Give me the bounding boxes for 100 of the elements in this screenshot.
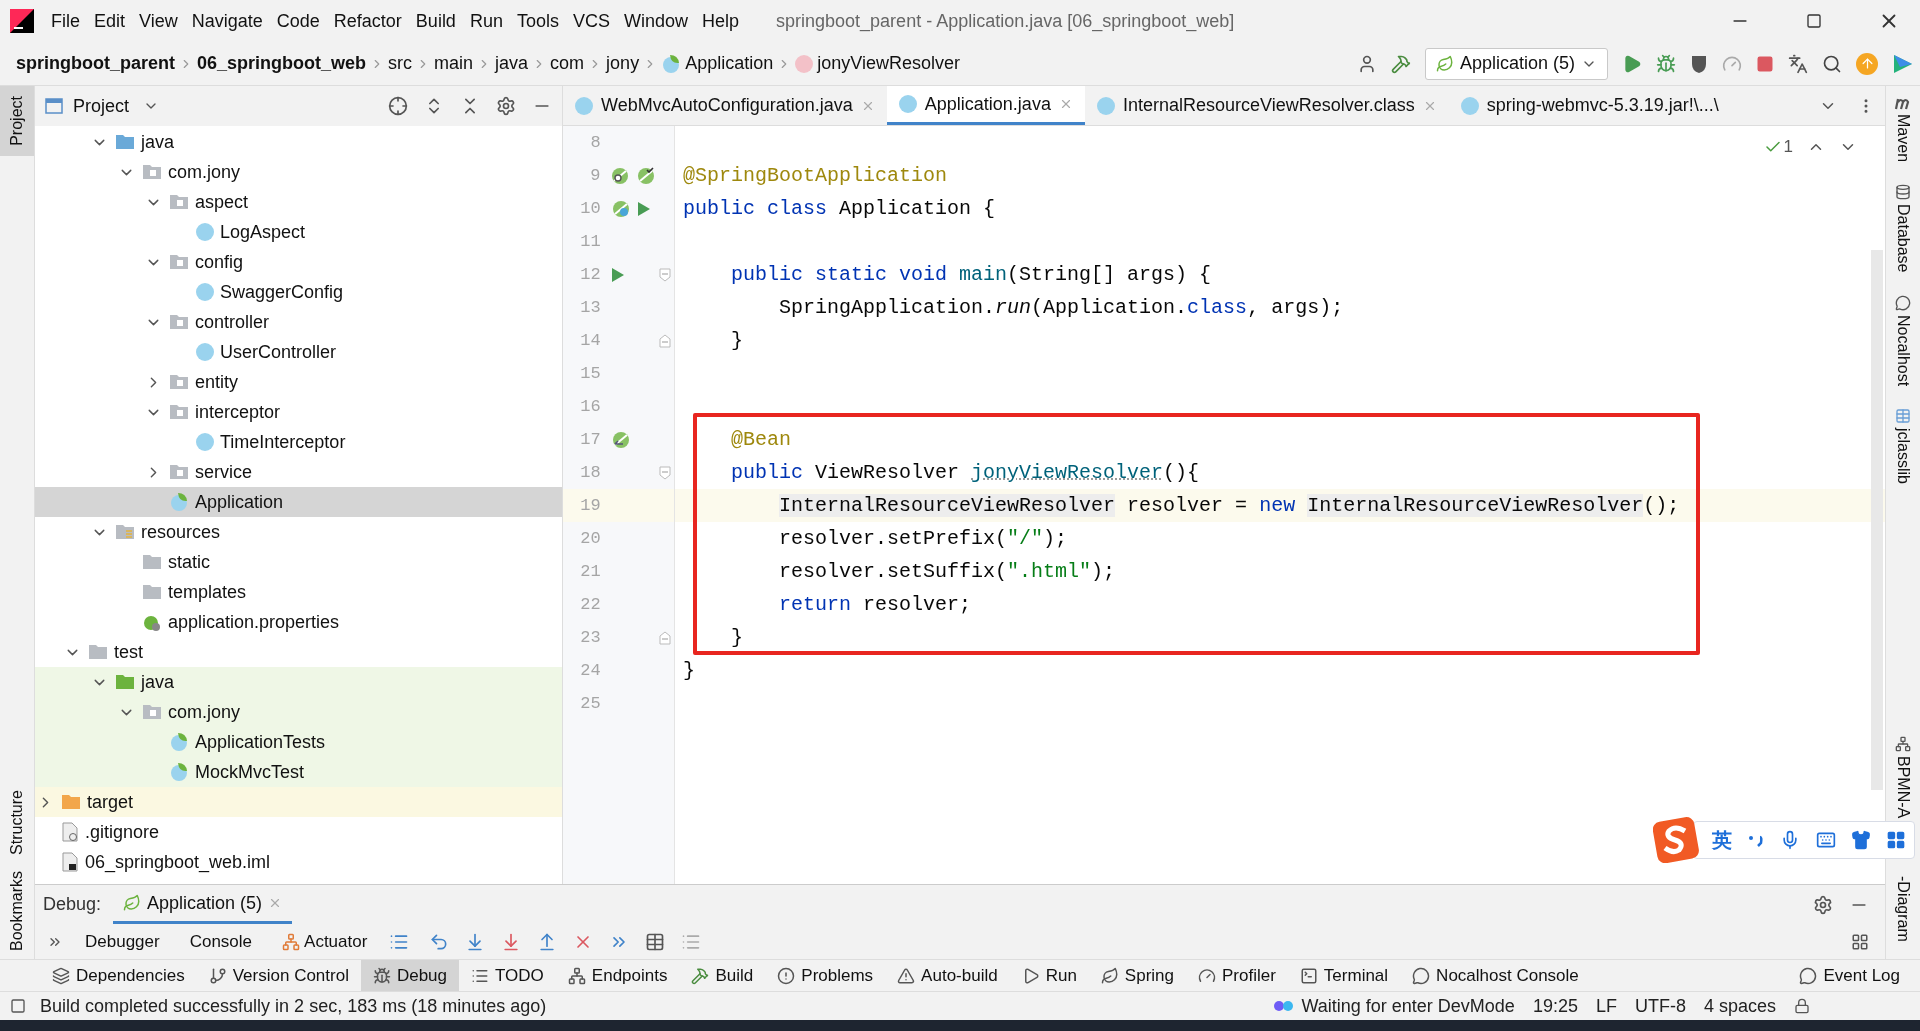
menu-item[interactable]: Run (462, 7, 510, 35)
menu-item[interactable]: Help (695, 7, 747, 35)
tree-item[interactable]: static (35, 547, 562, 577)
tree-item[interactable]: interceptor (35, 397, 562, 427)
tool-window-tab[interactable]: Structure (0, 782, 34, 863)
tool-window-tab[interactable]: Maven (1891, 96, 1915, 163)
editor-tab[interactable]: spring-webmvc-5.3.19.jar!\...\ (1448, 86, 1731, 125)
tree-item[interactable]: com.jony (35, 697, 562, 727)
hammer-icon[interactable] (1390, 53, 1411, 74)
breadcrumb[interactable]: com (550, 50, 585, 77)
breadcrumb[interactable]: jonyViewResolver (817, 50, 960, 77)
run-icon[interactable] (1622, 53, 1642, 74)
language-indicator[interactable]: 英 (1711, 825, 1732, 855)
tool-window-button[interactable]: Dependencies (40, 960, 197, 991)
search-icon[interactable] (1822, 53, 1842, 74)
panel-title-dropdown[interactable]: Project (73, 92, 160, 120)
indent-setting[interactable]: 4 spaces (1703, 992, 1776, 1020)
tool-window-tab[interactable]: Bookmarks (0, 862, 34, 959)
tree-item[interactable]: java (35, 127, 562, 157)
menu-item[interactable]: File (44, 7, 87, 35)
bug-icon[interactable] (1656, 53, 1676, 74)
breadcrumb[interactable]: src (388, 50, 413, 77)
breadcrumb[interactable]: jony (606, 50, 640, 77)
lock-icon[interactable] (1794, 998, 1810, 1014)
menu-item[interactable]: Refactor (326, 7, 409, 35)
tree-item[interactable]: templates (35, 577, 562, 607)
tool-window-tab[interactable]: Nocalhost (1891, 294, 1915, 386)
tool-window-tab[interactable]: jclasslib (1891, 407, 1915, 484)
stop-icon[interactable] (1756, 54, 1774, 73)
locate-icon[interactable] (388, 96, 408, 116)
tool-window-tab[interactable]: BPMN-A (1891, 735, 1915, 818)
tool-window-button[interactable]: Endpoints (555, 960, 680, 991)
tool-window-button[interactable]: Profiler (1186, 960, 1288, 991)
menu-item[interactable]: Build (408, 7, 463, 35)
tool-window-button[interactable]: Run (1009, 960, 1089, 991)
tree-item[interactable]: ApplicationTests (35, 727, 562, 757)
debug-tab[interactable]: Actuator (274, 929, 376, 955)
breadcrumb[interactable]: 06_springboot_web (197, 50, 367, 77)
line-separator[interactable]: LF (1595, 992, 1617, 1020)
menu-item[interactable]: Navigate (184, 7, 270, 35)
tool-window-button[interactable]: Event Log (1799, 962, 1900, 989)
tree-item[interactable]: config (35, 247, 562, 277)
tool-window-tab[interactable]: -Diagram (1891, 875, 1915, 942)
tree-item[interactable]: TimeInterceptor (35, 427, 562, 457)
tool-window-button[interactable]: Terminal (1287, 960, 1401, 991)
tree-item[interactable]: controller (35, 307, 562, 337)
editor-tab[interactable]: InternalResourceViewResolver.class (1084, 86, 1449, 125)
tool-window-button[interactable]: Version Control (196, 960, 361, 991)
keyboard-icon[interactable] (1815, 830, 1836, 850)
tree-item[interactable]: LogAspect (35, 217, 562, 247)
menu-item[interactable]: Edit (87, 7, 133, 35)
tree-item[interactable]: target (35, 787, 562, 817)
tree-item[interactable]: .gitignore (35, 817, 562, 847)
debug-tab[interactable]: Debugger (77, 929, 168, 955)
tree-item[interactable]: aspect (35, 187, 562, 217)
bean-navigate-icon[interactable] (610, 429, 631, 450)
tool-window-button[interactable]: Problems (765, 960, 886, 991)
tool-window-button[interactable]: Debug (360, 960, 460, 991)
run-configuration-dropdown[interactable]: Application (5) (1424, 47, 1608, 80)
run-icon[interactable] (636, 200, 651, 217)
caret-position[interactable]: 19:25 (1532, 992, 1578, 1020)
bean-check-icon[interactable] (636, 165, 657, 186)
restore-icon[interactable] (1806, 13, 1822, 29)
settings-icon[interactable] (496, 96, 516, 116)
debug-session-tab[interactable]: Application (5) (113, 885, 293, 925)
tree-item[interactable]: java (35, 667, 562, 697)
translate-icon[interactable] (1788, 53, 1808, 74)
shirt-icon[interactable] (1850, 830, 1871, 850)
breadcrumb[interactable]: springboot_parent (16, 50, 175, 77)
menu-item[interactable]: View (132, 7, 185, 35)
tree-item[interactable]: resources (35, 517, 562, 547)
tree-item[interactable]: application.properties (35, 607, 562, 637)
tool-window-button[interactable]: Auto-build (885, 960, 1010, 991)
bean-search-icon[interactable] (610, 165, 631, 186)
tree-item[interactable]: MockMvcTest (35, 757, 562, 787)
tool-window-tab[interactable]: Project (0, 86, 34, 156)
tree-item[interactable]: UserController (35, 337, 562, 367)
tree-item[interactable]: entity (35, 367, 562, 397)
tool-window-button[interactable]: Nocalhost Console (1400, 960, 1591, 991)
menu-item[interactable]: Code (269, 7, 327, 35)
tool-window-tab[interactable]: Database (1891, 184, 1915, 273)
tree-item[interactable]: service (35, 457, 562, 487)
tree-item[interactable]: com.jony (35, 157, 562, 187)
run-icon[interactable] (610, 266, 625, 283)
menu-item[interactable]: VCS (565, 7, 617, 35)
tool-window-button[interactable]: Spring (1088, 960, 1186, 991)
file-encoding[interactable]: UTF-8 (1634, 992, 1686, 1020)
menu-item[interactable]: Window (616, 7, 695, 35)
tool-window-button[interactable]: Build (679, 960, 766, 991)
grid-icon[interactable] (1886, 830, 1907, 850)
evaluate-icon[interactable] (645, 931, 666, 952)
breadcrumb[interactable]: java (495, 50, 529, 77)
tree-item[interactable]: 06_springboot_web.iml (35, 847, 562, 877)
breadcrumb[interactable]: Application (685, 50, 774, 77)
panel-toggle-icon[interactable] (10, 998, 26, 1014)
tool-window-button[interactable]: TODO (459, 960, 556, 991)
debug-tab[interactable]: Console (181, 929, 261, 955)
settings-icon[interactable] (1813, 894, 1833, 915)
tree-item[interactable]: SwaggerConfig (35, 277, 562, 307)
coverage-icon[interactable] (1690, 53, 1708, 74)
